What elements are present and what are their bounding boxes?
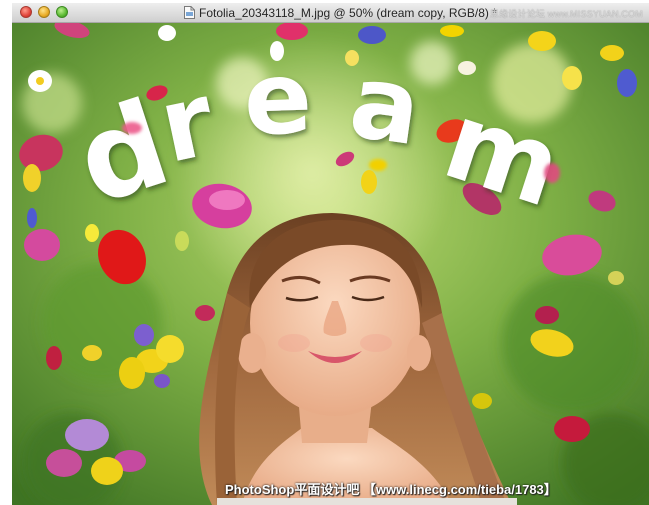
image-canvas[interactable]: d r e a m bbox=[12, 23, 649, 505]
minimize-window-button[interactable] bbox=[38, 6, 50, 18]
document-icon bbox=[184, 6, 195, 19]
zoom-window-button[interactable] bbox=[56, 6, 68, 18]
photo-artwork: d r e a m bbox=[12, 23, 649, 505]
document-window: Fotolia_20343118_M.jpg @ 50% (dream copy… bbox=[12, 3, 649, 505]
forum-watermark-caption: PhotoShop平面设计吧 【www.linecg.com/tieba/178… bbox=[225, 482, 557, 497]
dream-letter-e: e bbox=[242, 39, 314, 158]
close-window-button[interactable] bbox=[20, 6, 32, 18]
site-watermark: 思缘设计论坛 www.MISSYUAN.COM bbox=[489, 9, 643, 19]
window-title-group: Fotolia_20343118_M.jpg @ 50% (dream copy… bbox=[184, 5, 497, 20]
title-bar[interactable]: Fotolia_20343118_M.jpg @ 50% (dream copy… bbox=[12, 3, 649, 23]
window-title: Fotolia_20343118_M.jpg @ 50% (dream copy… bbox=[199, 5, 497, 20]
